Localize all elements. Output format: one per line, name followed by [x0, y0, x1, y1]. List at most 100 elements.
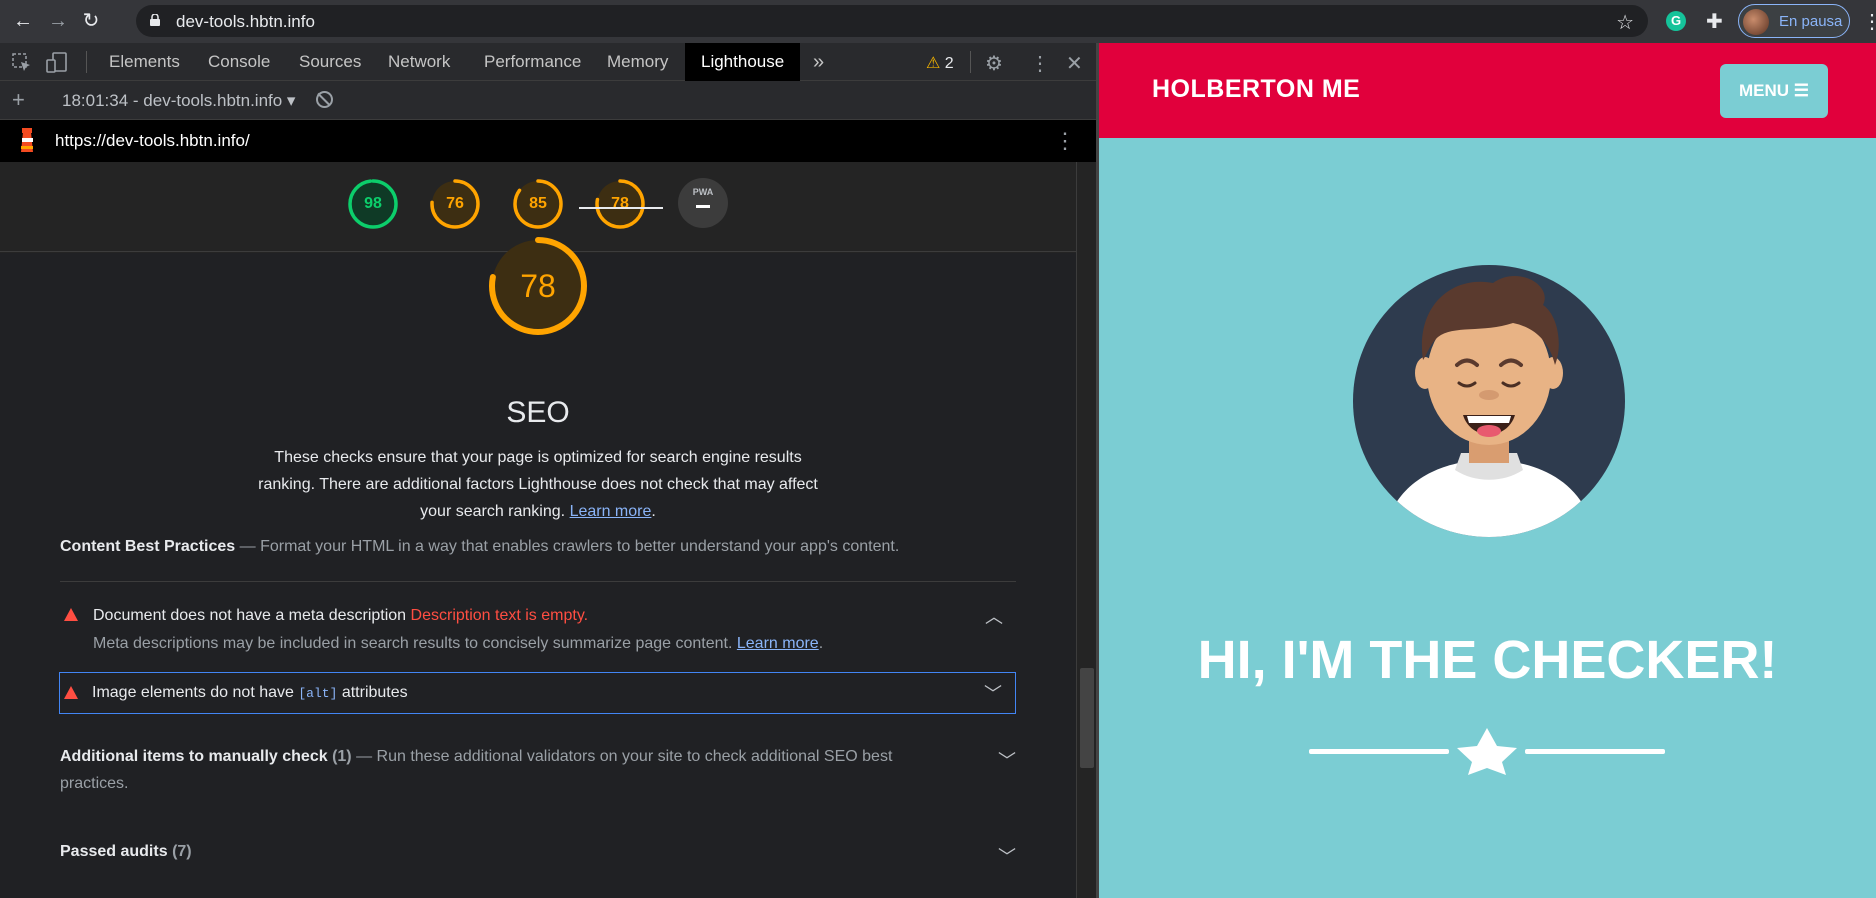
- score-value: 76: [446, 195, 464, 212]
- new-report-plus-icon[interactable]: +: [12, 87, 25, 113]
- report-selector[interactable]: 18:01:34 - dev-tools.hbtn.info ▾: [62, 91, 295, 111]
- avatar: [1743, 9, 1769, 35]
- category-score: 78: [520, 268, 556, 304]
- fail-triangle-icon: [64, 608, 78, 621]
- category-description-text: These checks ensure that your page is op…: [258, 449, 818, 520]
- score-gauge[interactable]: 78: [594, 178, 646, 230]
- scrollbar[interactable]: [1076, 162, 1096, 898]
- tab-network[interactable]: Network: [372, 43, 466, 81]
- audit-title-text: Document does not have a meta descriptio…: [93, 607, 407, 624]
- group-content-best-practices: Content Best Practices — Format your HTM…: [60, 538, 900, 555]
- audit-title: Image elements do not have [alt] attribu…: [92, 684, 408, 702]
- category-score-gauge: 78: [487, 235, 589, 337]
- learn-more-link[interactable]: Learn more: [737, 635, 819, 652]
- close-devtools-icon[interactable]: ✕: [1066, 51, 1083, 76]
- category-title: SEO: [506, 396, 570, 429]
- star-icon: [1457, 728, 1517, 775]
- lock-icon: [150, 14, 160, 26]
- checker-avatar: [1353, 265, 1625, 537]
- fail-triangle-icon: [64, 686, 78, 699]
- category-description: These checks ensure that your page is op…: [258, 449, 818, 520]
- toolbar-divider: [970, 51, 971, 73]
- scrollbar-thumb[interactable]: [1080, 668, 1094, 768]
- reload-icon[interactable]: ↻: [79, 9, 103, 33]
- address-url: dev-tools.hbtn.info: [176, 12, 315, 31]
- score-gauge[interactable]: 85: [512, 178, 564, 230]
- score-value: 85: [529, 195, 547, 212]
- audit-title-suffix: attributes: [341, 684, 408, 701]
- chevron-down-icon[interactable]: ﹀: [998, 747, 1016, 773]
- forward-icon[interactable]: →: [46, 9, 70, 33]
- bookmark-star-icon[interactable]: ☆: [1616, 10, 1634, 35]
- audit-image-alt[interactable]: Image elements do not have [alt] attribu…: [59, 672, 1016, 714]
- audit-meta-description[interactable]: Document does not have a meta descriptio…: [60, 595, 1017, 637]
- active-category-underline: [579, 207, 663, 209]
- address-bar[interactable]: dev-tools.hbtn.info ☆: [136, 5, 1648, 37]
- more-tabs-icon[interactable]: »: [797, 43, 840, 81]
- tab-console[interactable]: Console: [192, 43, 286, 81]
- back-icon[interactable]: ←: [11, 9, 35, 33]
- profile-label: En pausa: [1779, 13, 1843, 30]
- group-description: Format your HTML in a way that enables c…: [260, 538, 900, 555]
- tab-sources[interactable]: Sources: [283, 43, 377, 81]
- divider: [60, 581, 1016, 582]
- learn-more-link[interactable]: Learn more: [570, 503, 652, 520]
- group-title: Content Best Practices: [60, 538, 236, 555]
- audit-description: Meta descriptions may be included in sea…: [93, 635, 824, 652]
- chevron-up-icon[interactable]: ︿: [985, 603, 1003, 629]
- report-menu-icon[interactable]: ⋮: [1054, 128, 1076, 154]
- star-divider: [1309, 728, 1665, 775]
- score-gauge[interactable]: 98: [347, 178, 399, 230]
- menu-label: MENU: [1738, 81, 1790, 100]
- profile-button[interactable]: En pausa: [1738, 4, 1850, 38]
- chevron-down-icon[interactable]: ﹀: [998, 843, 1016, 869]
- group-title: Passed audits: [60, 843, 168, 860]
- warnings-counter[interactable]: ⚠ 2: [926, 53, 954, 73]
- tab-elements[interactable]: Elements: [93, 43, 196, 81]
- warnings-count: 2: [944, 55, 954, 72]
- audit-detail-text: Meta descriptions may be included in sea…: [93, 635, 733, 652]
- audit-display-value: Description text is empty.: [410, 607, 589, 624]
- group-title: Additional items to manually check: [60, 748, 328, 765]
- lighthouse-url-bar: https://dev-tools.hbtn.info/ ⋮: [0, 120, 1096, 162]
- tab-lighthouse[interactable]: Lighthouse: [685, 43, 801, 81]
- report-label: 18:01:34 - dev-tools.hbtn.info: [62, 91, 283, 110]
- group-passed-audits[interactable]: Passed audits (7): [60, 843, 192, 861]
- pwa-label: PWA: [692, 187, 714, 197]
- browser-menu-icon[interactable]: ⋮: [1862, 9, 1876, 34]
- lighthouse-logo-icon: [21, 128, 33, 152]
- warning-icon: ⚠: [926, 55, 941, 72]
- score-value: 98: [364, 195, 382, 212]
- settings-gear-icon[interactable]: ⚙: [985, 51, 1003, 76]
- site-brand[interactable]: HOLBERTON ME: [1152, 75, 1360, 104]
- devtools-tab-bar: Elements Console Sources Network Perform…: [0, 43, 1096, 81]
- pwa-dash: [696, 205, 710, 208]
- pwa-badge[interactable]: PWA: [678, 178, 728, 228]
- toolbar-divider: [86, 51, 87, 73]
- audited-url: https://dev-tools.hbtn.info/: [55, 131, 250, 150]
- lighthouse-report-body: [0, 253, 1076, 898]
- audit-title-prefix: Image elements do not have: [92, 684, 294, 701]
- group-manual-checks[interactable]: Additional items to manually check (1) —…: [60, 743, 940, 797]
- tab-memory[interactable]: Memory: [591, 43, 684, 81]
- group-count: (1): [332, 748, 352, 765]
- hero-title: HI, I'M THE CHECKER!: [1197, 630, 1778, 690]
- audit-code: [alt]: [298, 686, 338, 701]
- inspect-element-icon[interactable]: [12, 53, 32, 73]
- grammarly-extension-icon[interactable]: G: [1666, 11, 1686, 31]
- audit-title: Document does not have a meta descriptio…: [93, 607, 588, 625]
- device-toolbar-icon[interactable]: [46, 52, 68, 74]
- score-value: 78: [611, 195, 629, 212]
- tab-performance[interactable]: Performance: [468, 43, 597, 81]
- extensions-puzzle-icon[interactable]: ✚: [1706, 9, 1723, 34]
- site-header: HOLBERTON ME MENU ☰: [1099, 43, 1876, 138]
- page-preview: HOLBERTON ME MENU ☰ HI, I'M THE CHECKER!: [1099, 43, 1876, 898]
- browser-toolbar: ← → ↻ dev-tools.hbtn.info ☆ G ✚ En pausa…: [0, 0, 1876, 43]
- score-gauge[interactable]: 76: [429, 178, 481, 230]
- chevron-down-icon[interactable]: ﹀: [984, 680, 1002, 706]
- group-count: (7): [172, 843, 192, 860]
- clear-reports-icon[interactable]: [316, 91, 333, 108]
- menu-button[interactable]: MENU ☰: [1720, 64, 1828, 118]
- devtools-menu-icon[interactable]: ⋮: [1030, 51, 1050, 76]
- lighthouse-toolbar: + 18:01:34 - dev-tools.hbtn.info ▾: [0, 81, 1096, 120]
